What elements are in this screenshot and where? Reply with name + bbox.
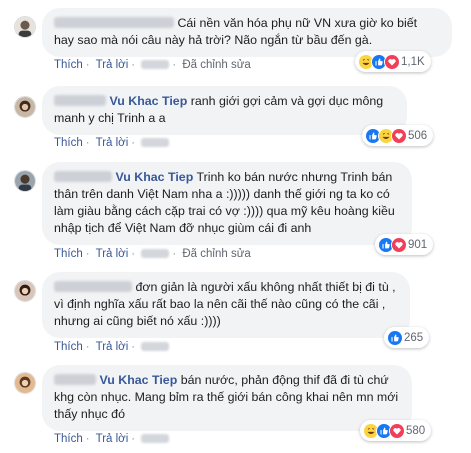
comment-bubble: đơn giản là người xấu không nhất thiết b… <box>42 272 410 338</box>
comment-actions: Thích · Trả lời · <box>54 137 170 149</box>
reply-link[interactable]: Trả lời <box>96 433 129 445</box>
reaction-count: 580 <box>406 424 426 437</box>
avatar[interactable] <box>14 372 36 394</box>
heart-icon <box>384 53 400 70</box>
blurred-author-name[interactable] <box>54 17 174 28</box>
comment-bubble: Vu Khac Tiep ranh giới gợi cảm và gợi dụ… <box>42 86 407 135</box>
reaction-count: 1,1K <box>401 55 425 68</box>
blurred-author-name[interactable] <box>54 281 132 292</box>
reaction-summary[interactable]: 506 <box>362 125 434 146</box>
blurred-timestamp[interactable] <box>141 342 170 351</box>
like-link[interactable]: Thích <box>54 248 83 260</box>
comment-actions: Thích · Trả lời · <box>54 433 170 445</box>
author-name[interactable]: Vu Khac Tiep <box>109 94 187 108</box>
reply-link[interactable]: Trả lời <box>96 137 129 149</box>
blurred-author-prefix[interactable] <box>54 374 96 385</box>
edited-label: Đã chỉnh sửa <box>182 59 251 71</box>
reaction-summary[interactable]: 1,1K <box>355 51 431 72</box>
comment-actions: Thích · Trả lời · · Đã chỉnh sửa <box>54 248 251 260</box>
blurred-timestamp[interactable] <box>141 138 170 147</box>
author-name[interactable]: Vu Khac Tiep <box>99 373 177 387</box>
avatar[interactable] <box>14 96 36 118</box>
comment-bubble: Vu Khac Tiep bán nước, phản động thif đã… <box>42 365 412 431</box>
blurred-timestamp[interactable] <box>141 60 170 69</box>
heart-icon <box>391 127 407 144</box>
blurred-timestamp[interactable] <box>141 249 170 258</box>
like-icon <box>387 329 403 346</box>
reply-link[interactable]: Trả lời <box>96 341 129 353</box>
blurred-timestamp[interactable] <box>141 434 170 443</box>
blurred-author-prefix[interactable] <box>54 171 112 182</box>
author-name[interactable]: Vu Khac Tiep <box>115 170 193 184</box>
comment-bubble: Cái nền văn hóa phụ nữ VN xưa giờ ko biế… <box>42 8 452 57</box>
reaction-count: 506 <box>408 129 428 142</box>
reply-link[interactable]: Trả lời <box>96 59 129 71</box>
reply-link[interactable]: Trả lời <box>96 248 129 260</box>
like-link[interactable]: Thích <box>54 137 83 149</box>
like-link[interactable]: Thích <box>54 433 83 445</box>
avatar[interactable] <box>14 170 36 192</box>
heart-icon <box>389 422 405 439</box>
heart-icon <box>391 236 407 253</box>
reaction-summary[interactable]: 901 <box>375 234 434 255</box>
like-link[interactable]: Thích <box>54 59 83 71</box>
comment-actions: Thích · Trả lời · <box>54 341 170 353</box>
comment-bubble: Vu Khac Tiep Trinh ko bán nước nhưng Tri… <box>42 162 412 245</box>
comment-actions: Thích · Trả lời · · Đã chỉnh sửa <box>54 59 251 71</box>
reaction-count: 901 <box>408 238 428 251</box>
reaction-count: 265 <box>404 331 424 344</box>
reaction-summary[interactable]: 580 <box>360 420 432 441</box>
edited-label: Đã chỉnh sửa <box>182 248 251 260</box>
blurred-author-prefix[interactable] <box>54 95 106 106</box>
avatar[interactable] <box>14 280 36 302</box>
like-link[interactable]: Thích <box>54 341 83 353</box>
avatar[interactable] <box>14 16 36 38</box>
reaction-summary[interactable]: 265 <box>384 327 430 348</box>
